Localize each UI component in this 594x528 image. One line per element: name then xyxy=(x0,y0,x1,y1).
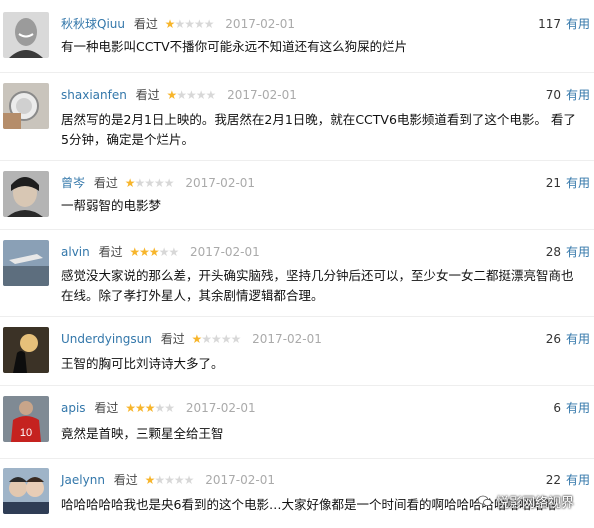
comment-date: 2017-02-01 xyxy=(225,17,296,31)
comment-text: 一帮弱智的电影梦 xyxy=(61,198,162,213)
user-avatar[interactable] xyxy=(3,468,49,514)
watched-label: 看过 xyxy=(133,17,158,31)
vote-count: 70 xyxy=(545,88,561,102)
user-avatar[interactable] xyxy=(3,171,49,217)
comment-date: 2017-02-01 xyxy=(190,245,260,259)
star-icon: ★ xyxy=(124,176,136,190)
star-rating: ★★★★★ xyxy=(166,87,217,103)
username[interactable]: Underdyingsun xyxy=(61,332,152,346)
vote-count: 6 xyxy=(553,401,561,415)
comment-date: 2017-02-01 xyxy=(227,88,297,102)
star-icon: ★ xyxy=(191,332,203,346)
vote-count: 22 xyxy=(545,473,561,487)
user-avatar[interactable] xyxy=(3,327,49,373)
vote-count: 21 xyxy=(545,176,561,190)
divider xyxy=(0,72,594,73)
star-icon: ★ xyxy=(166,88,178,102)
comment-text: 王智的胸可比刘诗诗大多了。 xyxy=(61,356,224,371)
comment-header: alvin 看过 ★★★★★ 2017-02-01 xyxy=(61,244,260,260)
watched-label: 看过 xyxy=(160,332,185,346)
comment-date: 2017-02-01 xyxy=(185,401,256,415)
username[interactable]: 曾岑 xyxy=(61,176,85,190)
useful-button[interactable]: 有用 xyxy=(566,175,590,191)
comment-header: 曾岑 看过 ★★★★★ 2017-02-01 xyxy=(61,175,255,191)
useful-button[interactable]: 有用 xyxy=(566,331,590,347)
divider xyxy=(0,458,594,459)
star-icon: ★★★ xyxy=(125,401,155,415)
username[interactable]: shaxianfen xyxy=(61,88,127,102)
divider xyxy=(0,160,594,161)
username[interactable]: apis xyxy=(61,401,86,415)
star-rating: ★★★★★ xyxy=(129,244,179,260)
star-rating: ★★★★★ xyxy=(144,472,195,488)
watched-label: 看过 xyxy=(93,176,118,190)
comment-header: apis 看过 ★★★★★ 2017-02-01 xyxy=(61,400,256,416)
comment-header: shaxianfen 看过 ★★★★★ 2017-02-01 xyxy=(61,87,297,103)
divider xyxy=(0,229,594,230)
useful-button[interactable]: 有用 xyxy=(566,472,590,488)
useful-button[interactable]: 有用 xyxy=(566,16,590,32)
star-icon: ★ xyxy=(144,473,156,487)
comment-text: 竟然是首映，三颗星全给王智 xyxy=(61,426,224,441)
useful-button[interactable]: 有用 xyxy=(566,87,590,103)
star-empty-icon: ★★★★ xyxy=(176,88,216,102)
comment-text: 有一种电影叫CCTV不播你可能永远不知道还有这么狗屎的烂片 xyxy=(61,39,408,54)
user-avatar[interactable] xyxy=(3,240,49,286)
comment-header: 秋秋球Qiuu 看过 ★★★★★ 2017-02-01 xyxy=(61,16,295,32)
useful-button[interactable]: 有用 xyxy=(566,400,590,416)
comment-date: 2017-02-01 xyxy=(205,473,275,487)
star-empty-icon: ★★★★ xyxy=(154,473,194,487)
comment-header: Underdyingsun 看过 ★★★★★ 2017-02-01 xyxy=(61,331,322,347)
watched-label: 看过 xyxy=(113,473,138,487)
vote-count: 28 xyxy=(545,245,561,259)
star-rating: ★★★★★ xyxy=(125,400,175,416)
comment-text: 居然写的是2月1日上映的。我居然在2月1日晚，就在CCTV6电影频道看到了这个电… xyxy=(61,112,576,147)
star-icon: ★ xyxy=(164,17,176,31)
star-empty-icon: ★★ xyxy=(158,245,179,259)
user-avatar[interactable] xyxy=(3,12,49,58)
watermark: 悦影网络视界 xyxy=(477,492,574,511)
vote-count: 26 xyxy=(545,332,561,346)
username[interactable]: Jaelynn xyxy=(61,473,105,487)
star-empty-icon: ★★★★ xyxy=(134,176,174,190)
comment-header: Jaelynn 看过 ★★★★★ 2017-02-01 xyxy=(61,472,275,488)
watched-label: 看过 xyxy=(135,88,160,102)
star-icon: ★★★ xyxy=(129,245,159,259)
star-empty-icon: ★★★★ xyxy=(174,17,214,31)
star-empty-icon: ★★★★ xyxy=(201,332,241,346)
watched-label: 看过 xyxy=(98,245,123,259)
star-rating: ★★★★★ xyxy=(164,16,215,32)
watermark-text: 悦影网络视界 xyxy=(495,496,574,511)
comment-text: 感觉没大家说的那么差，开头确实脑残，坚持几分钟后还可以，至少女一女二都挺漂亮智商… xyxy=(61,268,574,303)
comment-date: 2017-02-01 xyxy=(252,332,322,346)
user-avatar[interactable] xyxy=(3,83,49,129)
watched-label: 看过 xyxy=(94,401,119,415)
useful-button[interactable]: 有用 xyxy=(566,244,590,260)
user-avatar[interactable]: 10 xyxy=(3,396,49,442)
star-rating: ★★★★★ xyxy=(124,175,175,191)
username[interactable]: 秋秋球Qiuu xyxy=(61,17,125,31)
svg-text:10: 10 xyxy=(20,427,32,439)
comment-date: 2017-02-01 xyxy=(185,176,256,190)
divider xyxy=(0,316,594,317)
vote-count: 117 xyxy=(538,17,561,31)
username[interactable]: alvin xyxy=(61,245,90,259)
divider xyxy=(0,385,594,386)
wechat-logo-icon xyxy=(477,495,492,511)
star-rating: ★★★★★ xyxy=(191,331,242,347)
star-empty-icon: ★★ xyxy=(154,401,175,415)
